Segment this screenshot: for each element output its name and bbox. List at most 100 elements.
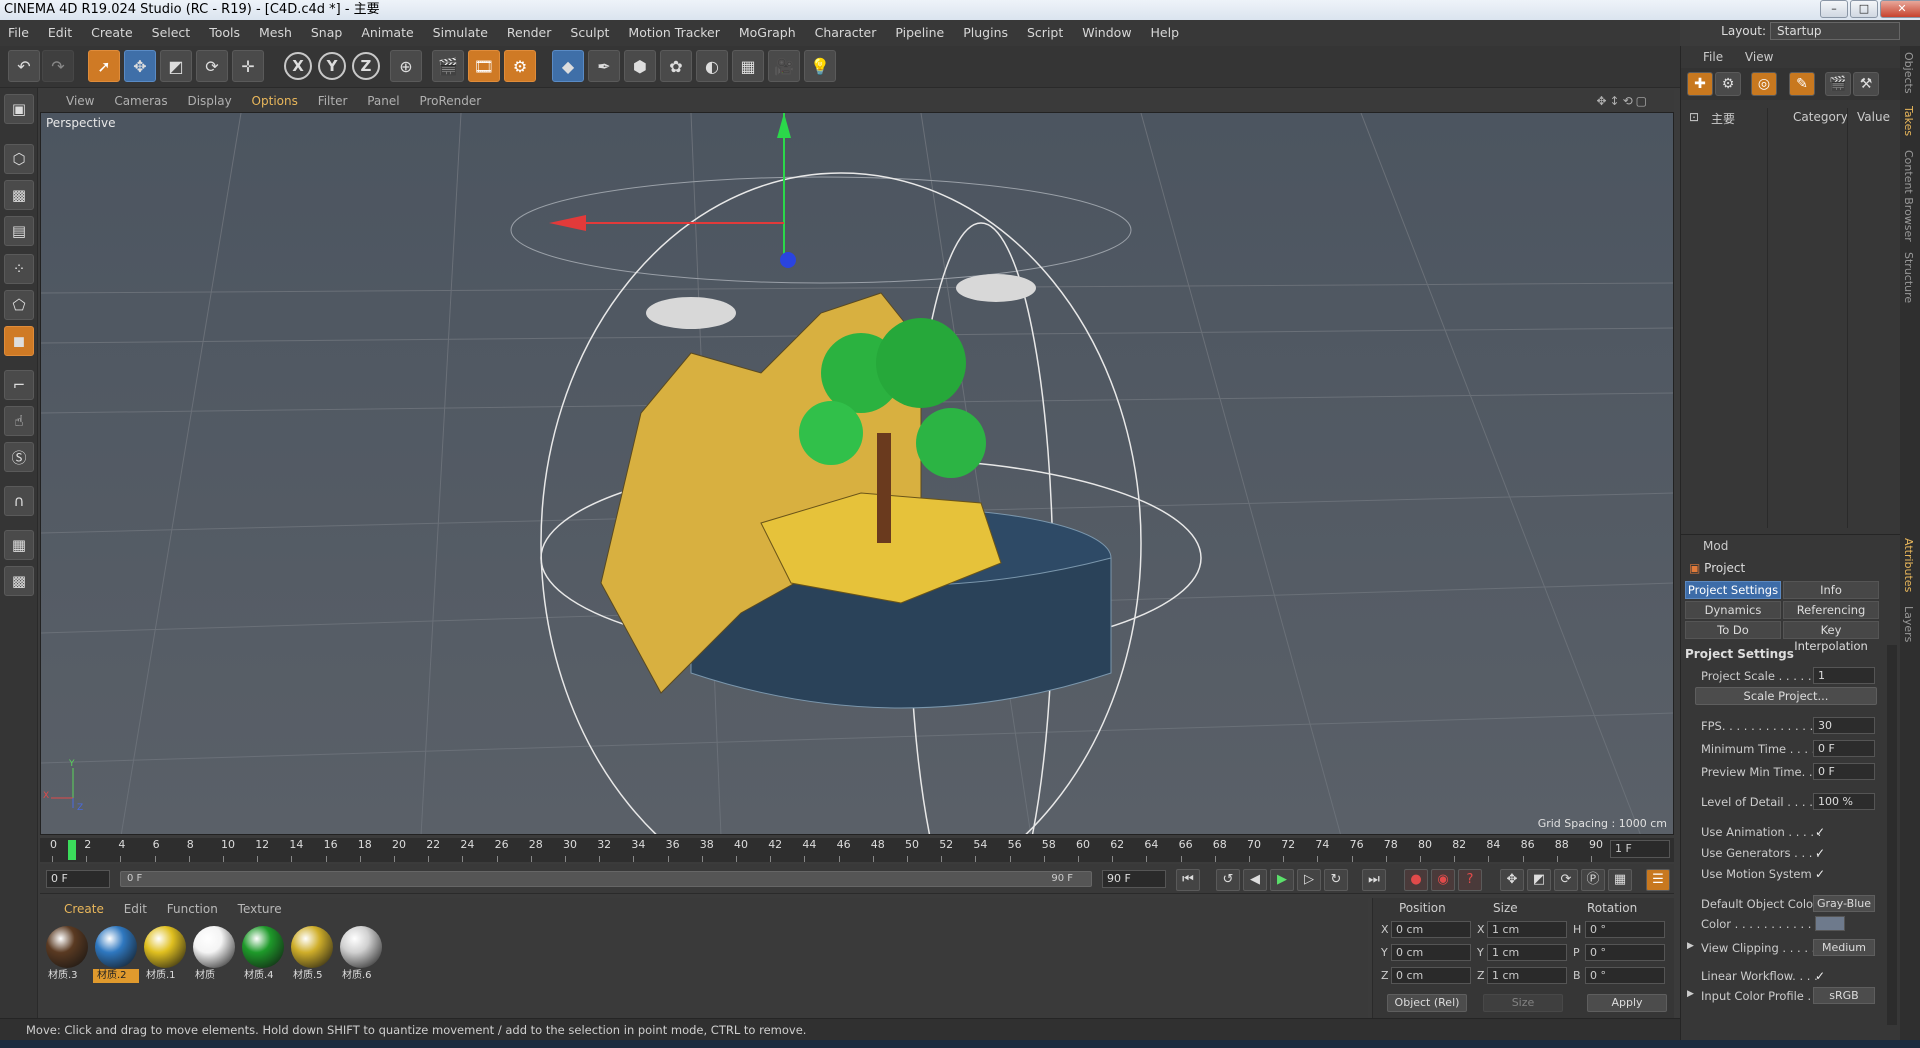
workplane-mode-icon[interactable]: ▤ [4, 216, 34, 246]
redo-icon[interactable]: ↷ [42, 50, 74, 82]
play-forward-icon[interactable]: ▶ [1270, 869, 1294, 891]
scale-project-button[interactable]: Scale Project... [1695, 687, 1877, 705]
sidetab-layers[interactable]: Layers [1902, 606, 1915, 642]
project-scale-field[interactable]: 1 [1813, 667, 1875, 684]
minimum-time-field[interactable]: 0 F [1813, 740, 1875, 757]
menu-character[interactable]: Character [815, 25, 877, 40]
coord-mode-dropdown[interactable]: Object (Rel) [1387, 994, 1467, 1012]
grid-snap-icon[interactable]: ▩ [4, 566, 34, 596]
use-motion-system-checkbox[interactable]: ✓ [1815, 867, 1825, 881]
vp-menu-prorender[interactable]: ProRender [419, 94, 481, 108]
new-take-icon[interactable]: ✚ [1687, 72, 1713, 96]
mat-menu-edit[interactable]: Edit [124, 902, 147, 916]
menu-render[interactable]: Render [507, 25, 552, 40]
material-swatch[interactable]: 材质.2 [93, 926, 139, 984]
recent-tool-icon[interactable]: ✛ [232, 50, 264, 82]
tweak-mode-icon[interactable]: ☝ [4, 406, 34, 436]
goto-next-key-icon[interactable]: ↻ [1324, 869, 1348, 891]
texture-mode-icon[interactable]: ▩ [4, 180, 34, 210]
viewport-nav-icons[interactable]: ✥↕⟲▢ [1596, 90, 1650, 112]
perspective-viewport[interactable]: Perspective Y X Z Grid Spacing : 1000 cm [40, 112, 1674, 835]
sidetab-objects[interactable]: Objects [1902, 52, 1915, 94]
fps-field[interactable]: 30 [1813, 717, 1875, 734]
auto-take-icon[interactable]: ◎ [1751, 72, 1777, 96]
default-object-color-dropdown[interactable]: Gray-Blue [1813, 895, 1875, 912]
menu-tools[interactable]: Tools [209, 25, 240, 40]
take-lock-icon[interactable]: ✎ [1789, 72, 1815, 96]
menu-pipeline[interactable]: Pipeline [895, 25, 944, 40]
polygons-mode-icon[interactable]: ◼ [4, 326, 34, 356]
vp-menu-filter[interactable]: Filter [318, 94, 348, 108]
floor-icon[interactable]: ▦ [732, 50, 764, 82]
timeline-scale[interactable]: 0 2 4 6 8 10 12 14 16 18 20 22 24 26 28 30 32 34 36 38 40 42 4… [40, 838, 1603, 862]
goto-end-icon[interactable]: ⏭ [1362, 869, 1386, 891]
record-active-icon[interactable]: ● [1404, 869, 1428, 891]
material-swatch[interactable]: 材质.5 [289, 926, 335, 984]
record-scale-icon[interactable]: ◩ [1527, 869, 1551, 891]
sidetab-structure[interactable]: Structure [1902, 252, 1915, 303]
position-field[interactable]: 0 cm [1391, 921, 1471, 938]
y-axis-arrow[interactable] [777, 113, 791, 138]
input-profile-expand-icon[interactable]: ▶ [1687, 989, 1694, 999]
workplane-lock-icon[interactable]: ▦ [4, 530, 34, 560]
mat-menu-create[interactable]: Create [64, 902, 104, 916]
menu-simulate[interactable]: Simulate [433, 25, 488, 40]
cloner-icon[interactable]: ✿ [660, 50, 692, 82]
take-override-icon[interactable]: ⚙ [1715, 72, 1741, 96]
snap-icon[interactable]: ∩ [4, 486, 34, 516]
sidetab-content-browser[interactable]: Content Browser [1902, 150, 1915, 242]
material-swatch[interactable]: 材质 [191, 926, 237, 984]
axis-mode-icon[interactable]: ⌐ [4, 370, 34, 400]
scheme-icon[interactable]: ☰ [1646, 869, 1670, 891]
edges-mode-icon[interactable]: ⬠ [4, 290, 34, 320]
color-swatch[interactable] [1815, 916, 1845, 931]
mat-menu-texture[interactable]: Texture [238, 902, 282, 916]
maximize-button[interactable]: □ [1850, 0, 1878, 18]
start-frame-field[interactable]: 0 F [46, 870, 110, 888]
take-root[interactable]: 主要 [1711, 110, 1735, 127]
preview-min-time-field[interactable]: 0 F [1813, 763, 1875, 780]
record-rotation-icon[interactable]: ⟳ [1554, 869, 1578, 891]
use-generators-checkbox[interactable]: ✓ [1815, 846, 1825, 860]
prev-frame-icon[interactable]: ◀ [1243, 869, 1267, 891]
material-swatch[interactable]: 材质.6 [338, 926, 384, 984]
view-clipping-expand-icon[interactable]: ▶ [1687, 941, 1694, 951]
vp-menu-display[interactable]: Display [187, 94, 231, 108]
move-tool-icon[interactable]: ✥ [124, 50, 156, 82]
material-swatch[interactable]: 材质.4 [240, 926, 286, 984]
take-render-icon[interactable]: 🎬 [1825, 72, 1851, 96]
points-mode-icon[interactable]: ⁘ [4, 254, 34, 284]
vp-menu-view[interactable]: View [66, 94, 94, 108]
tab-dynamics[interactable]: Dynamics [1685, 601, 1781, 619]
goto-start-icon[interactable]: ⏮ [1176, 869, 1200, 891]
menu-mograph[interactable]: MoGraph [739, 25, 796, 40]
timeline-ruler[interactable]: 0 2 4 6 8 10 12 14 16 18 20 22 24 26 28 30 32 34 36 38 40 42 4… [40, 838, 1674, 862]
attr-scrollbar[interactable] [1887, 645, 1897, 1025]
z-axis-handle[interactable] [780, 252, 796, 268]
record-pla-icon[interactable]: ▦ [1608, 869, 1632, 891]
scale-tool-icon[interactable]: ◩ [160, 50, 192, 82]
menu-select[interactable]: Select [152, 25, 191, 40]
menu-animate[interactable]: Animate [361, 25, 413, 40]
deformer-icon[interactable]: ◐ [696, 50, 728, 82]
model-mode-icon[interactable]: ⬡ [4, 144, 34, 174]
menu-motion-tracker[interactable]: Motion Tracker [628, 25, 719, 40]
menu-edit[interactable]: Edit [48, 25, 72, 40]
camera-icon[interactable]: 🎥 [768, 50, 800, 82]
timeline-playhead[interactable] [68, 840, 76, 860]
view-clipping-dropdown[interactable]: Medium [1813, 939, 1875, 956]
x-axis-lock-icon[interactable]: X [284, 52, 312, 80]
rotate-tool-icon[interactable]: ⟳ [196, 50, 228, 82]
menu-file[interactable]: File [8, 25, 29, 40]
render-settings-icon[interactable]: ⚙ [504, 50, 536, 82]
light-icon[interactable]: 💡 [804, 50, 836, 82]
sidetab-attributes[interactable]: Attributes [1902, 538, 1915, 592]
layout-dropdown[interactable]: Startup [1770, 22, 1900, 40]
menu-plugins[interactable]: Plugins [963, 25, 1008, 40]
input-color-profile-dropdown[interactable]: sRGB [1813, 987, 1875, 1004]
tab-referencing[interactable]: Referencing [1783, 601, 1879, 619]
z-axis-lock-icon[interactable]: Z [352, 52, 380, 80]
position-field[interactable]: 0 cm [1391, 967, 1471, 984]
minimize-button[interactable]: – [1820, 0, 1848, 18]
tab-info[interactable]: Info [1783, 581, 1879, 599]
